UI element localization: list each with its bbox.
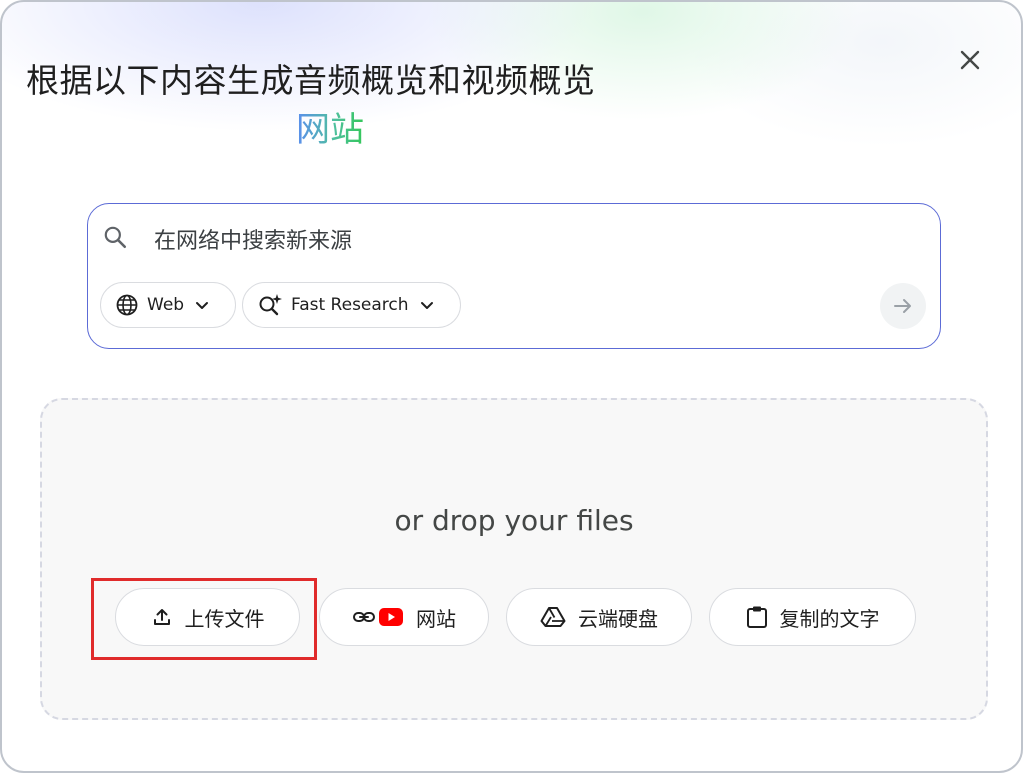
- search-box: Web Fast Research: [87, 203, 941, 349]
- link-icon: [353, 612, 375, 622]
- add-website-button[interactable]: 网站: [319, 588, 489, 646]
- dialog-title: 根据以下内容生成音频概览和视频概览: [26, 61, 596, 100]
- youtube-icon: [379, 608, 403, 626]
- drop-zone-text: or drop your files: [394, 504, 634, 537]
- add-sources-dialog: 根据以下内容生成音频概览和视频概览 网站 Web Fast R: [0, 0, 1023, 773]
- source-selector-label: Web: [147, 295, 185, 315]
- close-button[interactable]: [950, 40, 990, 80]
- research-mode-label: Fast Research: [291, 295, 409, 315]
- drive-icon: [540, 607, 566, 627]
- upload-icon: [153, 609, 170, 625]
- source-selector-chip[interactable]: Web: [100, 282, 236, 328]
- google-drive-label: 云端硬盘: [578, 606, 658, 631]
- sparkle-search-icon: [259, 294, 282, 316]
- add-website-label: 网站: [416, 606, 456, 631]
- paste-text-label: 复制的文字: [779, 606, 880, 631]
- arrow-right-icon: [894, 299, 911, 313]
- upload-files-button[interactable]: 上传文件: [115, 588, 300, 646]
- upload-files-label: 上传文件: [184, 606, 265, 631]
- paste-text-button[interactable]: 复制的文字: [709, 588, 916, 646]
- submit-search-button[interactable]: [880, 283, 926, 329]
- search-icon: [104, 226, 127, 249]
- search-input[interactable]: [154, 224, 854, 258]
- clipboard-icon: [746, 606, 767, 628]
- chevron-down-icon: [420, 302, 433, 309]
- close-icon: [960, 50, 980, 70]
- research-mode-chip[interactable]: Fast Research: [242, 282, 461, 328]
- globe-icon: [116, 294, 138, 316]
- google-drive-button[interactable]: 云端硬盘: [506, 588, 692, 646]
- file-drop-zone[interactable]: or drop your files 上传文件 网站 云端硬盘 复制的文字: [40, 398, 988, 720]
- chevron-down-icon: [196, 302, 209, 309]
- dialog-subtitle: 网站: [296, 102, 364, 151]
